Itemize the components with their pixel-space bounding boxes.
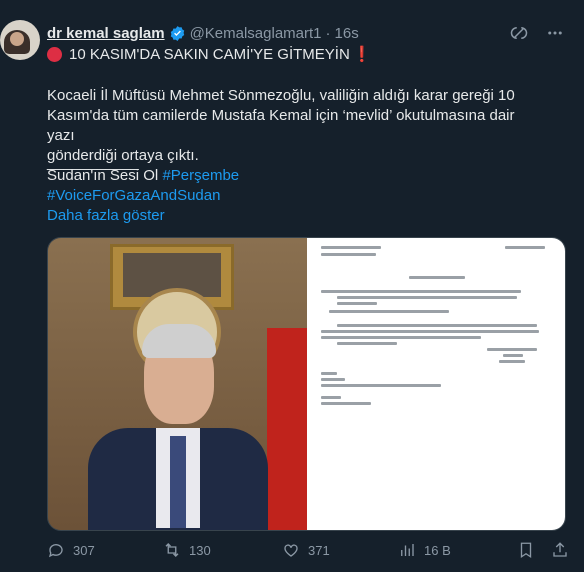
hashtag-persembe[interactable]: #Perşembe [162, 167, 239, 184]
tweet-header: dr kemal saglam @Kemalsaglamart1 · 16s [47, 22, 359, 44]
doc-line [487, 348, 537, 351]
doc-line [499, 360, 525, 363]
doc-line [321, 378, 345, 381]
reply-count: 307 [73, 542, 95, 558]
tweet-time[interactable]: 16s [335, 25, 359, 42]
avatar[interactable] [0, 20, 40, 60]
grok-icon[interactable] [510, 24, 528, 42]
doc-line [321, 246, 381, 249]
body-line-1: Kocaeli İl Müftüsü Mehmet Sönmezoğlu, va… [47, 87, 515, 104]
doc-line [337, 324, 537, 327]
doc-line [409, 276, 465, 279]
doc-line [321, 336, 481, 339]
doc-line [329, 310, 449, 313]
photo-flag [267, 328, 307, 530]
headline-text: 10 KASIM'DA SAKIN CAMİ'YE GİTMEYİN [69, 45, 350, 63]
views-count: 16 B [424, 542, 451, 558]
cta-text: Sudan'ın Sesi Ol [47, 167, 163, 184]
doc-line [337, 296, 517, 299]
retweet-button[interactable]: 130 [163, 541, 211, 559]
bookmark-button[interactable] [517, 541, 543, 559]
tweet: dr kemal saglam @Kemalsaglamart1 · 16s 1… [0, 0, 584, 572]
doc-line [503, 354, 523, 357]
like-count: 371 [308, 542, 330, 558]
retweet-icon [165, 543, 179, 557]
photo-tie [170, 436, 186, 528]
body-line-2: Kasım'da tüm camilerde Mustafa Kemal içi… [47, 107, 515, 144]
views-icon [401, 544, 414, 556]
doc-line [321, 290, 521, 293]
doc-line [321, 384, 441, 387]
share-icon [553, 542, 567, 557]
hashtag-voiceforgazaandsudan[interactable]: #VoiceForGazaAndSudan [47, 187, 220, 204]
separator-dot: · [325, 24, 331, 42]
tweet-cta-line: Sudan'ın Sesi Ol #Perşembe [47, 166, 239, 186]
views-button[interactable]: 16 B [398, 541, 451, 559]
reply-icon [48, 544, 63, 558]
show-more-line: Daha fazla göster [47, 206, 165, 226]
tweet-hashtag-line: #VoiceForGazaAndSudan [47, 186, 220, 206]
media-photo[interactable] [48, 238, 307, 530]
doc-line [337, 342, 397, 345]
photo-hair [142, 324, 216, 358]
more-icon[interactable] [546, 24, 564, 42]
tweet-media[interactable] [47, 237, 566, 531]
show-more-link[interactable]: Daha fazla göster [47, 207, 165, 224]
author-handle[interactable]: @Kemalsaglamart1 [190, 25, 322, 42]
doc-line [337, 302, 377, 305]
retweet-count: 130 [189, 542, 211, 558]
like-icon [284, 544, 298, 557]
bookmark-icon [520, 542, 532, 559]
tweet-actions: 307 130 371 16 B [47, 541, 567, 561]
doc-line [505, 246, 545, 249]
reply-button[interactable]: 307 [47, 541, 95, 559]
avatar-face [10, 32, 24, 46]
like-button[interactable]: 371 [282, 541, 330, 559]
doc-line [321, 402, 371, 405]
doc-line [321, 253, 376, 256]
tweet-headline: 10 KASIM'DA SAKIN CAMİ'YE GİTMEYİN ❗ [47, 45, 371, 63]
doc-line [321, 330, 539, 333]
doc-line [321, 372, 337, 375]
red-circle-icon [47, 46, 62, 62]
share-button[interactable] [551, 541, 577, 559]
media-document[interactable] [307, 238, 565, 530]
verified-badge-icon [170, 25, 184, 41]
tweet-top-icons [510, 24, 564, 42]
doc-line [321, 396, 341, 399]
exclamation-icon: ❗ [352, 46, 372, 63]
author-name[interactable]: dr kemal saglam [47, 25, 165, 42]
